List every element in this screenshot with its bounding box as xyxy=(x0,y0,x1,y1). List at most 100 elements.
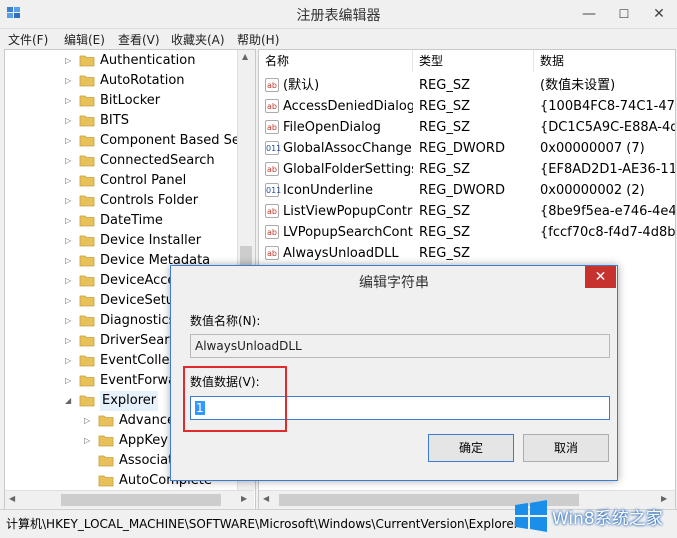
expand-arrow-icon[interactable]: ▷ xyxy=(65,351,75,371)
folder-icon xyxy=(79,175,95,187)
cell-type: REG_DWORD xyxy=(419,141,505,156)
list-row[interactable]: ab (默认) REG_SZ (数值未设置) xyxy=(259,75,675,96)
collapse-arrow-icon[interactable]: ◢ xyxy=(65,391,75,411)
tree-horizontal-scrollbar[interactable]: ◀ ▶ xyxy=(5,490,254,510)
maximize-button[interactable]: ☐ xyxy=(607,0,641,28)
scroll-left-icon[interactable]: ◀ xyxy=(9,494,15,503)
menu-edit[interactable]: 编辑(E) xyxy=(64,31,105,48)
cell-data: (数值未设置) xyxy=(540,78,616,93)
expand-arrow-icon[interactable]: ▷ xyxy=(65,191,75,211)
expand-arrow-icon[interactable]: ▷ xyxy=(84,431,94,451)
highlight-box xyxy=(183,366,287,432)
folder-icon xyxy=(98,415,114,427)
windows-logo-icon xyxy=(515,500,547,532)
folder-icon xyxy=(79,295,95,307)
scroll-right-icon[interactable]: ▶ xyxy=(241,494,247,503)
expand-arrow-icon[interactable]: ▷ xyxy=(65,371,75,391)
cell-name: LVPopupSearchCont... xyxy=(283,225,413,240)
expand-arrow-icon[interactable]: ▷ xyxy=(65,271,75,291)
tree-hscroll-thumb[interactable] xyxy=(61,494,221,506)
menu-help[interactable]: 帮助(H) xyxy=(237,31,279,48)
list-row[interactable]: ab LVPopupSearchCont... REG_SZ {fccf70c8-f4… xyxy=(259,222,675,243)
list-row[interactable]: 011 GlobalAssocChange... REG_DWORD 0x000000… xyxy=(259,138,675,159)
tree-item-label: Component Based Serv xyxy=(100,133,253,148)
menu-file[interactable]: 文件(F) xyxy=(8,31,48,48)
menu-view[interactable]: 查看(V) xyxy=(118,31,160,48)
tree-item-label: Diagnostics xyxy=(100,313,176,328)
reg-dword-icon: 011 xyxy=(265,141,281,155)
tree-item-label: Device Installer xyxy=(100,233,202,248)
tree-item[interactable]: ▷ BitLocker xyxy=(5,91,237,111)
scroll-left-icon[interactable]: ◀ xyxy=(263,494,269,503)
expand-arrow-icon[interactable]: ▷ xyxy=(65,291,75,311)
menu-bar: 文件(F) 编辑(E) 查看(V) 收藏夹(A) 帮助(H) xyxy=(0,29,677,49)
tree-item-label: Controls Folder xyxy=(100,193,199,208)
tree-item[interactable]: ▷ Controls Folder xyxy=(5,191,237,211)
expand-arrow-icon[interactable]: ▷ xyxy=(65,51,75,71)
list-row[interactable]: 011 IconUnderline REG_DWORD 0x00000002 (2) xyxy=(259,180,675,201)
column-header-data[interactable]: 数据 xyxy=(534,50,675,72)
tree-item-label: AppKey xyxy=(119,433,168,448)
folder-icon xyxy=(79,255,95,267)
tree-item-label: Authentication xyxy=(100,53,196,68)
scroll-up-icon[interactable]: ▲ xyxy=(242,52,248,61)
tree-item[interactable]: ▷ Control Panel xyxy=(5,171,237,191)
cell-type: REG_SZ xyxy=(419,99,470,114)
expand-arrow-icon[interactable]: ▷ xyxy=(65,231,75,251)
scroll-right-icon[interactable]: ▶ xyxy=(661,494,667,503)
cell-type: REG_SZ xyxy=(419,162,470,177)
tree-item-label: Explorer xyxy=(100,391,159,411)
expand-arrow-icon[interactable]: ▷ xyxy=(65,251,75,271)
list-row[interactable]: ab AccessDeniedDialog REG_SZ {100B4FC8-74C1… xyxy=(259,96,675,117)
cell-data: 0x00000002 (2) xyxy=(540,183,645,198)
list-row[interactable]: ab ListViewPopupControl REG_SZ {8be9f5ea-e7… xyxy=(259,201,675,222)
expand-arrow-icon[interactable]: ▷ xyxy=(65,311,75,331)
cell-data: {EF8AD2D1-AE36-11D1 xyxy=(540,162,675,177)
tree-item[interactable]: ▷ Component Based Serv xyxy=(5,131,253,151)
expand-arrow-icon[interactable]: ▷ xyxy=(65,71,75,91)
column-header-name[interactable]: 名称 xyxy=(259,50,413,72)
watermark-text: Win8系统之家 xyxy=(552,509,663,529)
ok-button[interactable]: 确定 xyxy=(428,434,514,462)
minimize-button[interactable]: — xyxy=(572,0,606,28)
folder-icon xyxy=(79,155,95,167)
menu-favorites[interactable]: 收藏夹(A) xyxy=(171,31,225,48)
cell-data: {DC1C5A9C-E88A-4dd- xyxy=(540,120,675,135)
folder-icon xyxy=(79,235,95,247)
list-row[interactable]: ab GlobalFolderSettings REG_SZ {EF8AD2D1-AE… xyxy=(259,159,675,180)
expand-arrow-icon[interactable]: ▷ xyxy=(65,91,75,111)
tree-item-label: BITS xyxy=(100,113,129,128)
close-button[interactable]: ✕ xyxy=(642,0,676,28)
folder-icon xyxy=(79,215,95,227)
expand-arrow-icon[interactable]: ▷ xyxy=(65,151,75,171)
column-header-type[interactable]: 类型 xyxy=(413,50,534,72)
tree-item-label: AutoRotation xyxy=(100,73,185,88)
tree-item[interactable]: ▷ BITS xyxy=(5,111,237,131)
list-row[interactable]: ab AlwaysUnloadDLL REG_SZ xyxy=(259,243,675,264)
tree-item[interactable]: ▷ Device Installer xyxy=(5,231,237,251)
cell-name: FileOpenDialog xyxy=(283,120,381,135)
tree-item[interactable]: ▷ Authentication xyxy=(5,51,237,71)
reg-dword-icon: 011 xyxy=(265,183,281,197)
folder-icon xyxy=(98,435,114,447)
expand-arrow-icon[interactable]: ▷ xyxy=(65,171,75,191)
list-row[interactable]: ab FileOpenDialog REG_SZ {DC1C5A9C-E88A-4dd… xyxy=(259,117,675,138)
expand-arrow-icon[interactable]: ▷ xyxy=(84,411,94,431)
tree-item[interactable]: ▷ ConnectedSearch xyxy=(5,151,237,171)
cell-name: AlwaysUnloadDLL xyxy=(283,246,399,261)
expand-arrow-icon[interactable]: ▷ xyxy=(65,111,75,131)
cell-name: GlobalAssocChange... xyxy=(283,141,413,156)
tree-item[interactable]: ▷ AutoRotation xyxy=(5,71,237,91)
folder-icon xyxy=(79,75,95,87)
folder-icon xyxy=(79,55,95,67)
cancel-button[interactable]: 取消 xyxy=(523,434,609,462)
folder-icon xyxy=(79,115,95,127)
tree-item[interactable]: ▷ DateTime xyxy=(5,211,237,231)
folder-icon xyxy=(98,455,114,467)
cell-data: {8be9f5ea-e746-4e47- xyxy=(540,204,675,219)
expand-arrow-icon[interactable]: ▷ xyxy=(65,331,75,351)
cell-name: IconUnderline xyxy=(283,183,373,198)
dialog-close-button[interactable]: ✕ xyxy=(585,266,616,288)
expand-arrow-icon[interactable]: ▷ xyxy=(65,211,75,231)
expand-arrow-icon[interactable]: ▷ xyxy=(65,131,75,151)
